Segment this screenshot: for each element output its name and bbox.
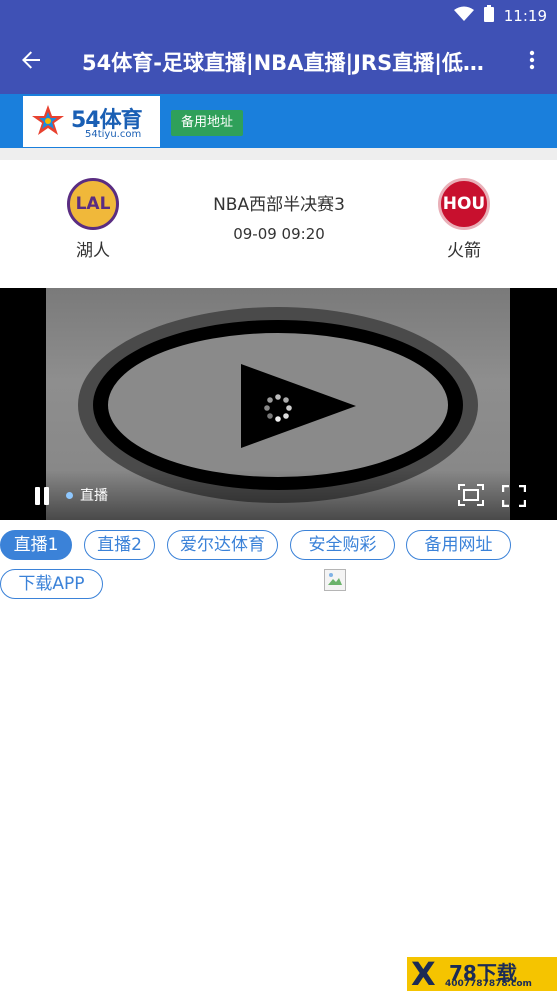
page-title: 54体育-足球直播|NBA直播|JRS直播|低…: [82, 51, 484, 75]
overflow-menu-button[interactable]: [507, 30, 557, 94]
tab-elta-sports[interactable]: 爱尔达体育: [167, 530, 278, 560]
lakers-logo: LAL: [67, 178, 119, 230]
back-button[interactable]: [0, 30, 62, 94]
divider: [0, 148, 557, 160]
wifi-icon: [453, 6, 474, 26]
match-time: 09-09 09:20: [233, 225, 325, 243]
match-center: NBA西部半决赛3 09-09 09:20: [179, 190, 379, 243]
broken-image-icon: [324, 569, 346, 591]
home-team-name: 湖人: [76, 241, 110, 261]
match-info: LAL 湖人 NBA西部半决赛3 09-09 09:20 HOU 火箭: [0, 160, 557, 288]
live-label: 直播: [80, 488, 108, 504]
home-team[interactable]: LAL 湖人: [43, 178, 143, 261]
tab-safe-lottery[interactable]: 安全购彩: [290, 530, 395, 560]
away-team-name: 火箭: [447, 241, 481, 261]
watermark: X 78下载 4007787878.com: [407, 955, 557, 993]
tab-download-app[interactable]: 下载APP: [0, 569, 103, 599]
tab-backup-url[interactable]: 备用网址: [406, 530, 511, 560]
logo-domain: 54tiyu.com: [85, 129, 142, 140]
rockets-logo: HOU: [438, 178, 490, 230]
more-vert-icon: [529, 50, 535, 74]
status-time: 11:19: [503, 6, 547, 25]
battery-icon: [483, 5, 494, 26]
match-title: NBA西部半决赛3: [213, 195, 345, 215]
app-bar: 54体育-足球直播|NBA直播|JRS直播|低…: [0, 30, 557, 94]
pause-icon[interactable]: [34, 486, 50, 510]
site-header: 54体育 54tiyu.com 备用地址: [0, 94, 557, 148]
site-logo[interactable]: 54体育 54tiyu.com: [23, 96, 160, 147]
fullscreen-icon[interactable]: [501, 484, 527, 511]
watermark-logo: X: [411, 955, 436, 993]
home-team-abbr: LAL: [75, 194, 111, 214]
video-controls: 直播: [0, 470, 557, 520]
loading-spinner-icon: [262, 392, 294, 428]
backup-address-button[interactable]: 备用地址: [171, 110, 244, 136]
tab-live-2[interactable]: 直播2: [84, 530, 155, 560]
status-icons: 11:19: [453, 5, 547, 26]
status-bar: 11:19: [0, 0, 557, 30]
tab-live-1[interactable]: 直播1: [0, 530, 72, 560]
watermark-url: 4007787878.com: [445, 979, 532, 989]
away-team-abbr: HOU: [442, 194, 486, 214]
arrow-back-icon: [21, 50, 41, 74]
screen-mode-icon[interactable]: [458, 484, 484, 510]
away-team[interactable]: HOU 火箭: [414, 178, 514, 261]
video-player[interactable]: 直播: [0, 288, 557, 520]
star-logo-icon: [29, 104, 67, 142]
live-dot: [66, 492, 73, 499]
